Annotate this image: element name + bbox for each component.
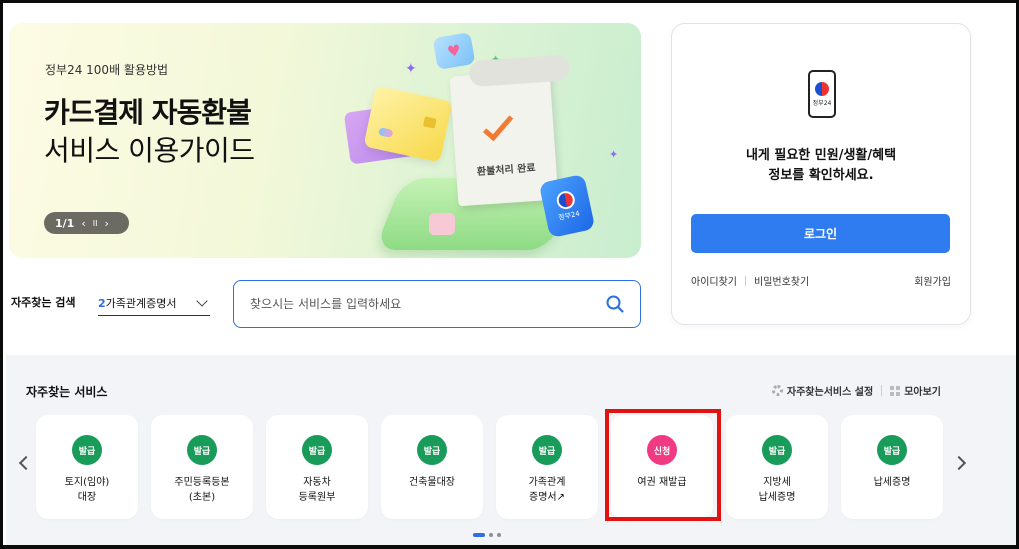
service-tile[interactable]: 발급 납세증명	[841, 415, 943, 519]
sparkle-icon: ✦	[405, 61, 417, 77]
browser-frame: 정부24 100배 활용방법 카드결제 자동환불 서비스 이용가이드 1/1 ‹…	[0, 0, 1019, 549]
search-input[interactable]	[250, 294, 590, 314]
carousel-prev-icon[interactable]	[18, 455, 34, 471]
banner-subtitle: 정부24 100배 활용방법	[45, 63, 169, 77]
issue-badge: 발급	[532, 435, 562, 465]
settings-link[interactable]: 자주찾는서비스 설정	[771, 383, 874, 398]
sparkle-icon: ✦	[609, 148, 619, 161]
carousel-dot[interactable]	[497, 533, 501, 537]
receipt-text: 환불처리 완료	[476, 162, 536, 178]
service-label: 가족관계 증명서↗	[528, 477, 566, 503]
divider	[881, 385, 883, 396]
section-title: 자주찾는 서비스	[26, 385, 108, 399]
login-panel: 정부24 내게 필요한 민원/생활/혜택 정보를 확인하세요. 로그인 아이디찾…	[671, 23, 971, 325]
section-tools: 자주찾는서비스 설정 모아보기	[771, 383, 941, 398]
service-tiles: 발급 토지(임야) 대장 발급 주민등록등본 (초본) 발급 자동차 등록원부 …	[36, 409, 943, 521]
pager-prev-button[interactable]: ‹	[81, 217, 85, 230]
settings-label: 자주찾는서비스 설정	[786, 387, 874, 398]
search-icon[interactable]	[606, 295, 624, 313]
service-tile[interactable]: 발급 주민등록등본 (초본)	[151, 415, 253, 519]
issue-badge: 발급	[762, 435, 792, 465]
carousel-dot[interactable]	[489, 533, 493, 537]
service-tile[interactable]: 발급 자동차 등록원부	[266, 415, 368, 519]
apply-badge: 신청	[647, 435, 677, 465]
selected-rank: 2	[98, 296, 106, 310]
issue-badge: 발급	[302, 435, 332, 465]
issue-badge: 발급	[72, 435, 102, 465]
service-tile[interactable]: 발급 가족관계 증명서↗	[496, 415, 598, 519]
login-message-line2: 정보를 확인하세요.	[768, 168, 874, 183]
login-message-line1: 내게 필요한 민원/생활/혜택	[745, 148, 897, 163]
service-label: 건축물대장	[409, 477, 455, 488]
issue-badge: 발급	[417, 435, 447, 465]
pager-count: 1/1	[55, 216, 75, 230]
national-emblem-icon	[815, 81, 829, 96]
pager-next-button[interactable]: ›	[104, 217, 108, 230]
quick-search-dropdown[interactable]: 2가족관계증명서	[98, 290, 210, 316]
banner-title-line2: 서비스 이용가이드	[44, 134, 255, 167]
find-password-link[interactable]: 비밀번호찾기	[754, 273, 809, 288]
pager-pause-button[interactable]: II	[93, 219, 98, 228]
mobile-phone-icon: 정부24	[808, 70, 836, 118]
divider	[745, 275, 746, 286]
badge-text: 정부24	[557, 209, 581, 222]
find-id-link[interactable]: 아이디찾기	[691, 273, 737, 288]
national-emblem-icon	[555, 189, 577, 211]
thumbs-up-icon	[429, 213, 455, 235]
join-link[interactable]: 회원가입	[914, 273, 951, 288]
service-tile[interactable]: 발급 토지(임야) 대장	[36, 415, 138, 519]
quick-search-label: 자주찾는 검색	[11, 296, 76, 309]
service-search-box	[233, 280, 641, 328]
service-tile[interactable]: 발급 지방세 납세증명	[726, 415, 828, 519]
issue-badge: 발급	[187, 435, 217, 465]
service-label: 주민등록등본 (초본)	[174, 477, 230, 503]
gear-icon	[771, 385, 783, 396]
carousel-dot-active[interactable]	[473, 533, 485, 537]
service-label: 여권 재발급	[637, 477, 687, 488]
service-tile[interactable]: 발급 건축물대장	[381, 415, 483, 519]
banner-illustration: ✦ ✦ ✦ ♥ 환불처리 완료 정부24	[339, 31, 639, 258]
service-label: 자동차 등록원부	[298, 477, 336, 503]
service-tile-passport-reissue[interactable]: 신청 여권 재발급	[605, 409, 721, 521]
service-label: 지방세 납세증명	[758, 477, 796, 503]
check-icon	[482, 109, 514, 142]
login-button[interactable]: 로그인	[691, 214, 950, 253]
quick-search-selected: 2가족관계증명서	[98, 295, 177, 311]
banner-pager: 1/1 ‹ II ›	[44, 212, 129, 234]
login-message: 내게 필요한 민원/생활/혜택 정보를 확인하세요.	[672, 146, 970, 186]
heart-bubble-icon: ♥	[432, 31, 476, 71]
service-label: 토지(임야) 대장	[64, 477, 110, 503]
grid-icon	[890, 385, 901, 396]
selected-text: 가족관계증명서	[105, 296, 177, 310]
carousel-next-icon[interactable]	[951, 455, 967, 471]
chevron-down-icon	[196, 294, 208, 307]
collect-label: 모아보기	[904, 387, 941, 398]
issue-badge: 발급	[877, 435, 907, 465]
banner-title: 카드결제 자동환불	[44, 96, 252, 129]
account-links: 아이디찾기 비밀번호찾기	[691, 273, 809, 288]
collect-view-link[interactable]: 모아보기	[890, 383, 941, 398]
frequent-services-section: 자주찾는 서비스 자주찾는서비스 설정 모아보기 발급 토지(임야) 대장 발급…	[6, 355, 1016, 545]
app-label: 정부24	[812, 99, 832, 107]
service-label: 납세증명	[873, 477, 911, 488]
promo-banner[interactable]: 정부24 100배 활용방법 카드결제 자동환불 서비스 이용가이드 1/1 ‹…	[9, 23, 641, 258]
carousel-indicator	[473, 533, 501, 537]
